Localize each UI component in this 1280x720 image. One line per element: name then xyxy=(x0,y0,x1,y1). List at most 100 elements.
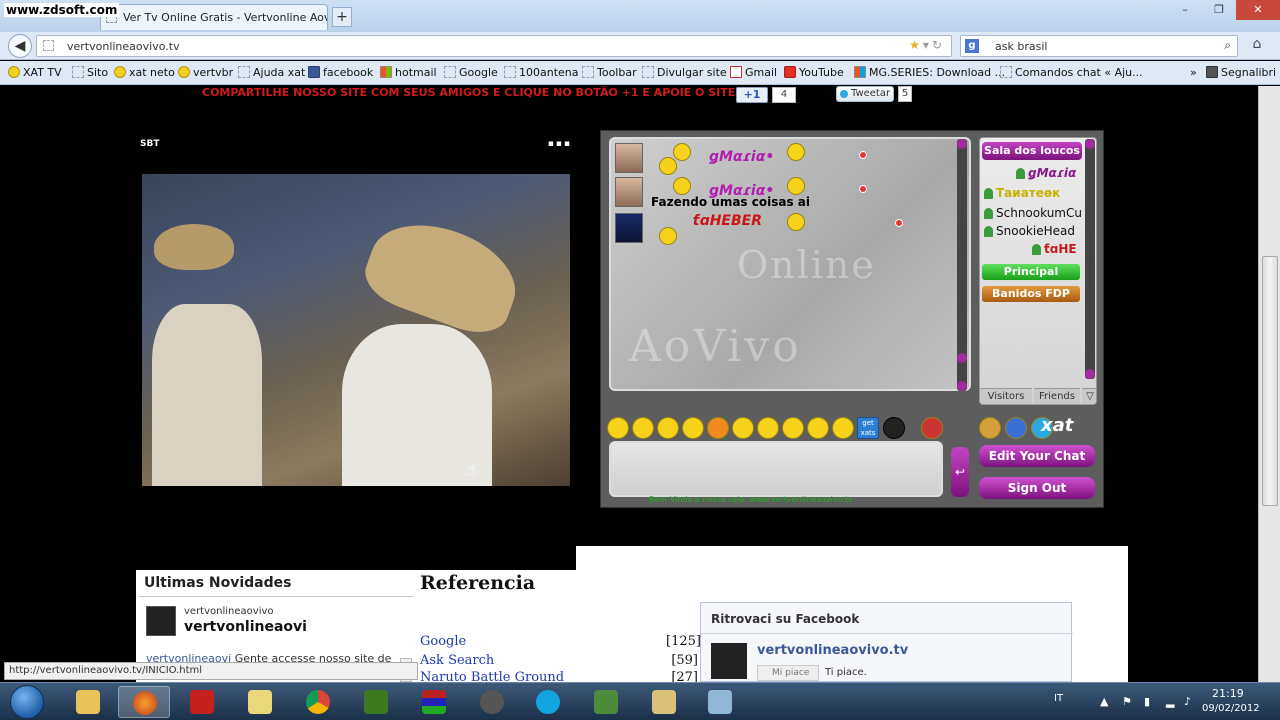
app-taskbar-button[interactable] xyxy=(694,686,746,718)
archive-taskbar-button[interactable] xyxy=(408,686,460,718)
app-taskbar-button[interactable] xyxy=(466,686,518,718)
bookmark-item[interactable]: Toolbar xyxy=(582,66,637,79)
volume-icon[interactable]: ♪ xyxy=(1184,695,1196,708)
back-button[interactable]: ◀ xyxy=(8,34,32,58)
video-frame[interactable]: ☝ xyxy=(142,174,570,486)
chevron-down-icon[interactable]: ▽ xyxy=(1082,388,1096,404)
edit-your-chat-button[interactable]: Edit Your Chat xyxy=(979,445,1095,467)
bookmark-item[interactable]: Sito xyxy=(72,66,108,79)
cat-icon[interactable] xyxy=(707,417,729,439)
chrome-taskbar-button[interactable] xyxy=(292,686,344,718)
browser-tab[interactable]: Ver Tv Online Gratis - Vertvonline Aoviv… xyxy=(100,4,328,30)
group-banidos-button[interactable]: Banidos FDP xyxy=(982,286,1080,302)
help-icon[interactable] xyxy=(1005,417,1027,439)
bookmark-item[interactable]: Divulgar site xyxy=(642,66,727,79)
start-button[interactable] xyxy=(10,685,44,719)
power-icon[interactable] xyxy=(921,417,943,439)
smiley-icon[interactable] xyxy=(807,417,829,439)
window-taskbar-button[interactable] xyxy=(638,686,690,718)
news-user-handle[interactable]: vertvonlineaovivo xyxy=(184,606,274,617)
language-indicator[interactable]: IT xyxy=(1054,693,1063,704)
bookmark-item[interactable]: XAT TV xyxy=(8,66,62,79)
player-controls[interactable]: ▪▪▪ xyxy=(548,139,572,149)
bookmark-item[interactable]: 100antena xyxy=(504,66,579,79)
news-user-name[interactable]: vertvonlineaovi xyxy=(184,619,307,635)
minimize-button[interactable]: – xyxy=(1168,0,1202,20)
avatar[interactable] xyxy=(615,143,643,173)
bookmark-item[interactable]: Ajuda xat xyxy=(238,66,305,79)
star-icon[interactable]: ★ xyxy=(909,38,923,52)
sunglasses-icon[interactable] xyxy=(782,417,804,439)
reload-icon[interactable]: ↻ xyxy=(932,38,945,52)
tab-friends[interactable]: Friends xyxy=(1034,388,1080,404)
home-icon[interactable]: ⌂ xyxy=(1246,36,1268,56)
bookmark-item[interactable]: Comandos chat « Aju... xyxy=(1000,66,1143,79)
video-player[interactable]: SBT ▪▪▪ ☝ xyxy=(138,136,574,486)
get-xats-icon[interactable]: get xats xyxy=(857,417,879,439)
bookmark-item[interactable]: xat neto xyxy=(114,66,175,79)
message-scrollbar[interactable] xyxy=(957,139,967,391)
smiley-icon[interactable] xyxy=(832,417,854,439)
users-taskbar-button[interactable] xyxy=(580,686,632,718)
facebook-page-avatar[interactable] xyxy=(711,643,747,679)
scroll-up-icon[interactable] xyxy=(957,139,967,149)
user-list-item[interactable]: SchnookumCu xyxy=(982,206,1082,220)
bookmark-item[interactable]: Gmail xyxy=(730,66,777,79)
room-name[interactable]: Sala dos loucos xyxy=(982,142,1082,160)
reference-link[interactable]: Naruto Battle Ground xyxy=(420,670,564,682)
network-icon[interactable]: ▂ xyxy=(1166,695,1178,708)
sign-out-button[interactable]: Sign Out xyxy=(979,477,1095,499)
folder-taskbar-button[interactable] xyxy=(234,686,286,718)
close-icon[interactable] xyxy=(859,185,867,193)
like-button[interactable]: Mi piace xyxy=(757,665,819,681)
search-icon[interactable]: ⌕ xyxy=(1224,38,1231,53)
avatar[interactable] xyxy=(146,606,176,636)
filezilla-taskbar-button[interactable] xyxy=(176,686,228,718)
restore-button[interactable]: ❐ xyxy=(1202,0,1236,20)
bookmark-item[interactable]: hotmail xyxy=(380,66,437,79)
dropdown-icon[interactable]: ▾ xyxy=(923,38,932,52)
close-icon[interactable] xyxy=(859,151,867,159)
send-icon[interactable]: ↩ xyxy=(951,447,969,497)
plus-one-button[interactable]: +1 xyxy=(736,87,768,103)
message-username[interactable]: ǥMαɾiα• xyxy=(709,149,774,165)
user-list-item[interactable]: ƭɑHE xyxy=(1030,242,1077,256)
scroll-thumb[interactable] xyxy=(957,353,967,363)
people-icon[interactable] xyxy=(979,417,1001,439)
bookmark-item[interactable]: Google xyxy=(444,66,498,79)
smiley-icon[interactable] xyxy=(657,417,679,439)
smiley-icon[interactable] xyxy=(732,417,754,439)
message-pane[interactable]: Online AoVivo ǥMαɾiα• ǥMαɾiα• Fazendo um… xyxy=(609,137,971,391)
message-username[interactable]: ƭɑHEBER xyxy=(693,213,762,229)
user-list-item[interactable]: ǥMαɾiα xyxy=(1014,166,1076,180)
eight-ball-icon[interactable] xyxy=(883,417,905,439)
smiley-icon[interactable] xyxy=(607,417,629,439)
firefox-taskbar-button[interactable] xyxy=(118,686,170,718)
avatar[interactable] xyxy=(615,177,643,207)
google-icon[interactable]: g xyxy=(965,39,979,53)
tweet-button[interactable]: Tweetar xyxy=(836,86,894,102)
reference-link[interactable]: Google xyxy=(420,634,466,649)
bookmark-item[interactable]: MG.SERIES: Download ... xyxy=(854,66,1005,79)
search-bar[interactable]: g ask brasil ⌕ xyxy=(960,35,1238,57)
bookmark-item[interactable]: facebook xyxy=(308,66,373,79)
scroll-thumb[interactable] xyxy=(1262,256,1278,506)
smiley-icon[interactable] xyxy=(757,417,779,439)
scroll-down-icon[interactable] xyxy=(957,381,967,391)
battery-icon[interactable]: ▮ xyxy=(1144,695,1156,708)
address-bar[interactable]: vertvonlineaovivo.tv ★▾↻ xyxy=(36,35,952,57)
bookmark-item[interactable]: Segnalibri xyxy=(1206,66,1276,79)
reference-link[interactable]: Ask Search xyxy=(420,653,494,668)
explorer-taskbar-button[interactable] xyxy=(62,686,114,718)
smiley-icon[interactable] xyxy=(632,417,654,439)
user-list-item[interactable]: SnookieHead xyxy=(982,224,1075,238)
close-icon[interactable] xyxy=(895,219,903,227)
bookmarks-overflow[interactable]: » xyxy=(1190,66,1197,79)
scroll-down-icon[interactable] xyxy=(1085,369,1095,379)
clock-time[interactable]: 21:19 xyxy=(1212,687,1244,700)
bookmark-item[interactable]: YouTube xyxy=(784,66,844,79)
user-list-item[interactable]: Таиатеѳк xyxy=(982,186,1060,200)
group-principal-button[interactable]: Principal xyxy=(982,264,1080,280)
avatar[interactable] xyxy=(615,213,643,243)
dreamweaver-taskbar-button[interactable] xyxy=(350,686,402,718)
